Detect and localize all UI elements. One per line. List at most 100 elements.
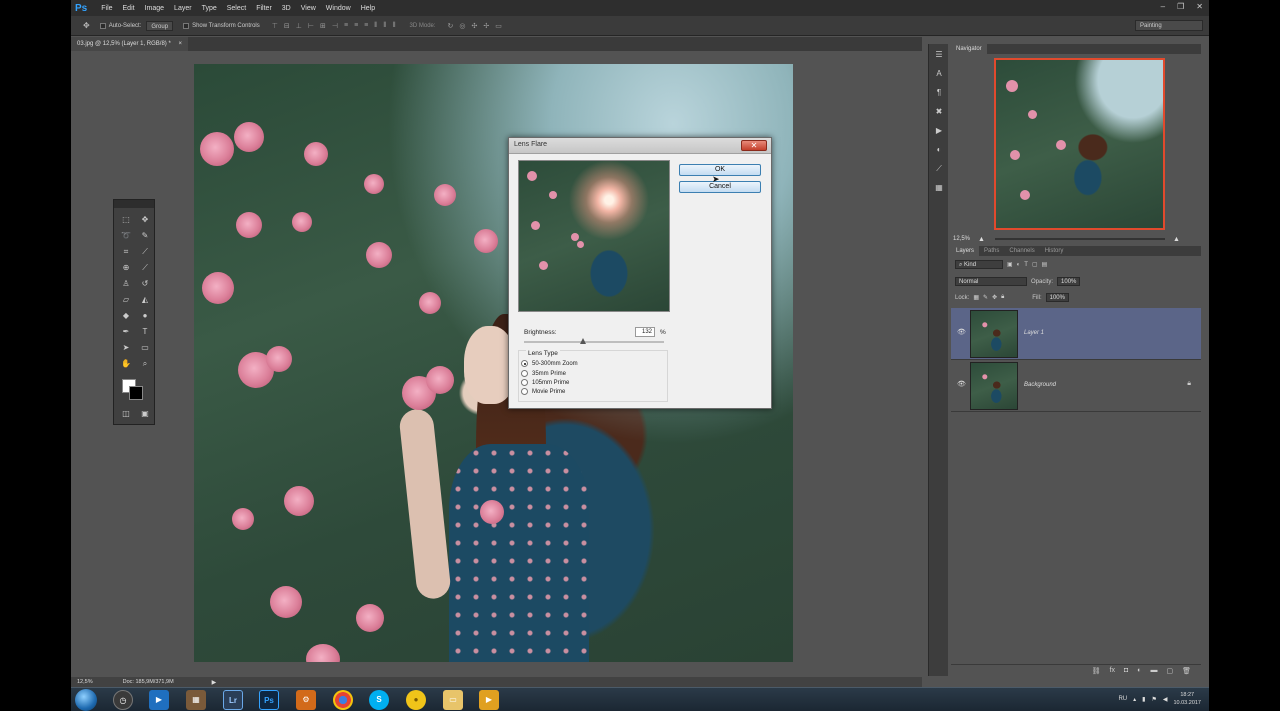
hand-tool-icon[interactable]: ✋ xyxy=(118,356,134,372)
tab-channels[interactable]: Channels xyxy=(1004,248,1039,254)
brightness-slider[interactable] xyxy=(524,338,664,344)
3d-roll-icon[interactable]: ◎ xyxy=(459,22,465,30)
shape-tool-icon[interactable]: ▭ xyxy=(137,340,153,356)
menu-help[interactable]: Help xyxy=(356,5,380,12)
brush-panel-icon[interactable]: ⟋ xyxy=(929,161,949,177)
skype-icon[interactable]: S xyxy=(369,690,389,710)
swatches-panel-icon[interactable]: ▦ xyxy=(929,180,949,196)
visibility-eye-icon[interactable]: 👁︎ xyxy=(957,380,967,390)
filter-shape-icon[interactable]: ▢ xyxy=(1032,261,1038,268)
3d-drag-icon[interactable]: ✣ xyxy=(472,22,478,30)
menu-layer[interactable]: Layer xyxy=(169,5,197,12)
background-color-swatch[interactable] xyxy=(129,386,143,400)
adjustment-layer-icon[interactable]: ◐ xyxy=(1137,667,1141,674)
menu-filter[interactable]: Filter xyxy=(251,5,277,12)
auto-select-checkbox[interactable] xyxy=(99,22,106,29)
coin-app-icon[interactable]: ● xyxy=(406,690,426,710)
quick-select-tool-icon[interactable]: ✎ xyxy=(137,228,153,244)
distribute-middle-icon[interactable]: ≡ xyxy=(354,22,358,30)
lasso-tool-icon[interactable]: ➰ xyxy=(118,228,134,244)
eraser-tool-icon[interactable]: ▱ xyxy=(118,292,134,308)
lightroom-icon[interactable]: Lr xyxy=(223,690,243,710)
layer-row[interactable]: 👁︎ Layer 1 xyxy=(951,308,1201,360)
new-layer-icon[interactable]: ▢ xyxy=(1166,667,1173,675)
align-right-icon[interactable]: ⊣ xyxy=(332,22,338,30)
navigator-preview[interactable] xyxy=(994,58,1165,230)
menu-view[interactable]: View xyxy=(296,5,321,12)
minimize-icon[interactable]: – xyxy=(1161,2,1165,11)
tab-close-icon[interactable]: × xyxy=(178,41,182,47)
taskbar-clock[interactable]: 18:27 10.03.2017 xyxy=(1173,691,1201,707)
brush-tool-icon[interactable]: ⟋ xyxy=(137,260,153,276)
add-mask-icon[interactable]: ◘ xyxy=(1124,667,1128,674)
crop-tool-icon[interactable]: ⌗ xyxy=(118,244,134,260)
lock-all-icon[interactable]: 🔒︎ xyxy=(1001,294,1004,301)
transform-controls-checkbox[interactable] xyxy=(183,22,190,29)
menu-image[interactable]: Image xyxy=(140,5,169,12)
photoshop-taskbar-icon[interactable]: Ps xyxy=(259,690,279,710)
visibility-eye-icon[interactable]: 👁︎ xyxy=(957,328,967,338)
align-middle-icon[interactable]: ⊟ xyxy=(284,22,290,30)
ok-button[interactable]: OK xyxy=(679,164,761,176)
file-explorer-icon[interactable]: ▦ xyxy=(186,690,206,710)
lens-option-movie[interactable]: Movie Prime xyxy=(521,388,565,395)
lock-pixels-icon[interactable]: ▦ xyxy=(973,294,979,301)
distribute-center-icon[interactable]: ⦀ xyxy=(383,22,386,30)
filter-smart-icon[interactable]: ▤ xyxy=(1042,261,1048,268)
tab-navigator[interactable]: Navigator xyxy=(951,44,987,54)
media-player-icon[interactable]: ▶ xyxy=(149,690,169,710)
healing-tool-icon[interactable]: ⊕ xyxy=(118,260,134,276)
folder-icon[interactable]: ▭ xyxy=(443,690,463,710)
history-brush-icon[interactable]: ↺ xyxy=(137,276,153,292)
language-indicator[interactable]: RU xyxy=(1118,696,1127,702)
distribute-bottom-icon[interactable]: ≡ xyxy=(364,22,368,30)
lens-option-105mm[interactable]: 105mm Prime xyxy=(521,379,569,386)
3d-scale-icon[interactable]: ▭ xyxy=(495,22,502,30)
layer-name[interactable]: Layer 1 xyxy=(1024,330,1044,336)
3d-slide-icon[interactable]: ✢ xyxy=(483,22,489,30)
brightness-input[interactable]: 132 xyxy=(635,327,655,337)
screen-mode-icon[interactable]: ▣ xyxy=(137,406,153,422)
zoom-tool-icon[interactable]: ⌕ xyxy=(137,356,153,372)
zoom-out-icon[interactable]: ▲ xyxy=(978,236,985,243)
chrome-icon[interactable] xyxy=(333,690,353,710)
start-button-icon[interactable] xyxy=(75,689,97,711)
delete-layer-icon[interactable]: 🗑︎ xyxy=(1182,667,1191,675)
brightness-slider-thumb[interactable] xyxy=(579,338,586,344)
menu-3d[interactable]: 3D xyxy=(277,5,296,12)
new-group-icon[interactable]: ▬ xyxy=(1150,667,1157,674)
distribute-top-icon[interactable]: ≡ xyxy=(344,22,348,30)
dialog-titlebar[interactable]: Lens Flare ✕ xyxy=(509,138,771,154)
kind-filter-dropdown[interactable]: ⌕ Kind xyxy=(955,260,1003,269)
opacity-input[interactable]: 100% xyxy=(1057,277,1081,286)
character-panel-icon[interactable]: A xyxy=(929,66,949,82)
status-menu-icon[interactable]: ▶ xyxy=(212,679,217,686)
tab-history[interactable]: History xyxy=(1040,248,1069,254)
zoom-in-icon[interactable]: ▲ xyxy=(1173,236,1180,243)
3d-rotate-icon[interactable]: ↻ xyxy=(448,22,454,30)
menu-window[interactable]: Window xyxy=(321,5,356,12)
volume-icon[interactable]: ◀ xyxy=(1163,696,1168,703)
align-bottom-icon[interactable]: ⊥ xyxy=(296,22,302,30)
history-panel-icon[interactable]: ☰ xyxy=(929,47,949,63)
video-app-icon[interactable]: ▶ xyxy=(479,690,499,710)
distribute-left-icon[interactable]: ⦀ xyxy=(374,22,377,30)
marquee-tool-icon[interactable]: ⬚ xyxy=(118,212,134,228)
dialog-close-icon[interactable]: ✕ xyxy=(741,140,767,151)
tab-layers[interactable]: Layers xyxy=(951,246,980,256)
align-center-icon[interactable]: ⊞ xyxy=(320,22,326,30)
radio-50-300[interactable] xyxy=(521,360,528,367)
cancel-button[interactable]: Cancel xyxy=(679,181,761,193)
flare-preview[interactable] xyxy=(518,160,670,312)
move-tool-icon[interactable]: ✥ xyxy=(137,212,153,228)
distribute-right-icon[interactable]: ⦀ xyxy=(392,22,395,30)
navigator-zoom-slider[interactable] xyxy=(994,238,1165,240)
quick-mask-icon[interactable]: ◫ xyxy=(118,406,134,422)
blend-mode-dropdown[interactable]: Normal xyxy=(955,277,1027,286)
workspace-dropdown[interactable]: Painting xyxy=(1135,20,1203,31)
paint-bucket-icon[interactable]: ◭ xyxy=(137,292,153,308)
filter-type-icon[interactable]: T xyxy=(1024,262,1028,268)
blur-tool-icon[interactable]: ◆ xyxy=(118,308,134,324)
lens-option-35mm[interactable]: 35mm Prime xyxy=(521,370,566,377)
menu-edit[interactable]: Edit xyxy=(118,5,140,12)
